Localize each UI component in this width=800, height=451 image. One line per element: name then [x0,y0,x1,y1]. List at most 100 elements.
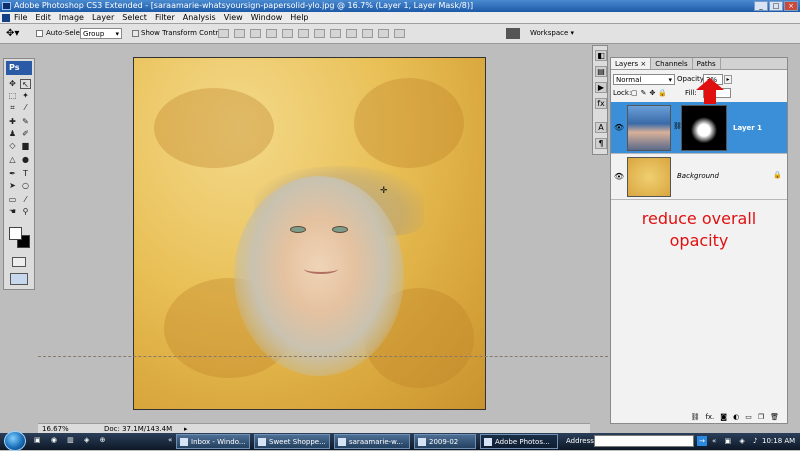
task-saraamarie[interactable]: saraamarie-w... [334,434,410,449]
menu-window[interactable]: Window [251,13,283,22]
distribute-left-icon[interactable] [362,29,373,38]
new-group-icon[interactable]: ▭ [745,413,752,424]
align-left-icon[interactable] [266,29,277,38]
quick-mask-icon[interactable] [12,257,26,267]
menu-file[interactable]: File [14,13,27,22]
distribute-hcenter-icon[interactable] [378,29,389,38]
maximize-button[interactable]: □ [769,1,783,11]
eraser-tool[interactable]: ◇ [7,141,18,151]
dodge-tool[interactable]: ● [20,155,31,165]
crop-tool[interactable]: ⌗ [7,103,18,113]
eye-visibility-icon[interactable]: 👁 [613,154,625,200]
auto-select-dropdown[interactable]: Group ▾ [80,28,122,39]
menu-filter[interactable]: Filter [155,13,175,22]
menu-view[interactable]: View [224,13,243,22]
layer-thumbnail [627,105,671,151]
character-icon[interactable]: A [595,122,607,133]
new-layer-icon[interactable]: ❐ [758,413,764,424]
task-sweet-shoppe[interactable]: Sweet Shoppe... [254,434,330,449]
layer-row-background[interactable]: 👁 Background 🔒 [611,154,787,200]
eyedropper-tool[interactable]: ⁄ [20,103,31,113]
annotation-text: reduce overall opacity [641,209,757,250]
red-arrow-icon [696,78,724,104]
align-top-icon[interactable] [218,29,229,38]
tab-layers[interactable]: Layers × [611,58,652,69]
brush-tool[interactable]: ✎ [20,117,31,127]
address-input[interactable] [594,435,694,447]
navigator-icon[interactable]: ◧ [595,50,607,61]
fx-style-icon[interactable]: fx. [705,413,714,424]
align-bottom-icon[interactable] [250,29,261,38]
close-button[interactable]: × [784,1,798,11]
eyedropper2-tool[interactable]: ⁄ [20,195,31,205]
actions-icon[interactable]: ▶ [595,82,607,93]
align-buttons [218,29,405,38]
auto-select-checkbox[interactable] [36,30,43,37]
path-select-tool[interactable]: ➤ [7,181,18,191]
menu-select[interactable]: Select [122,13,147,22]
minimize-button[interactable]: _ [754,1,768,11]
menu-help[interactable]: Help [290,13,308,22]
marquee-tool[interactable]: ⬚ [7,91,18,101]
workspace-button[interactable]: Workspace ▾ [530,29,574,37]
history-icon[interactable]: ▤ [595,66,607,77]
show-transform-checkbox[interactable] [132,30,139,37]
bridge-icon[interactable] [506,28,520,39]
tab-channels[interactable]: Channels [651,58,693,69]
align-vcenter-icon[interactable] [234,29,245,38]
document-canvas[interactable]: ✛ [133,57,486,410]
stamp-tool[interactable]: ♟ [7,129,18,139]
link-layers-icon[interactable]: ⛓ [691,413,700,424]
opacity-slider-toggle[interactable]: ▸ [724,75,732,84]
layer-mask-thumbnail[interactable] [681,105,727,151]
menu-edit[interactable]: Edit [35,13,51,22]
menu-analysis[interactable]: Analysis [183,13,216,22]
menu-layer[interactable]: Layer [92,13,114,22]
tray-icons[interactable]: « ▣ ◈ ♪ [712,437,760,445]
distribute-bottom-icon[interactable] [346,29,357,38]
task-adobe-photoshop[interactable]: Adobe Photos... [480,434,558,449]
align-right-icon[interactable] [298,29,309,38]
screen-mode-icon[interactable] [10,273,28,285]
trash-icon[interactable]: 🗑 [770,413,779,424]
task-inbox[interactable]: Inbox - Windo... [176,434,250,449]
eye-visibility-icon[interactable]: 👁 [613,102,625,154]
align-hcenter-icon[interactable] [282,29,293,38]
window-title: Adobe Photoshop CS3 Extended - [saraamar… [14,1,474,10]
fx-icon[interactable]: fx [595,98,607,109]
distribute-right-icon[interactable] [394,29,405,38]
notes-tool[interactable]: ▭ [7,195,18,205]
blend-mode-dropdown[interactable]: Normal ▾ [613,74,675,85]
add-mask-icon[interactable]: ◙ [720,413,727,424]
type-tool[interactable]: T [20,169,31,179]
distribute-top-icon[interactable] [314,29,325,38]
foreground-color-swatch[interactable] [9,227,22,240]
tab-paths[interactable]: Paths [693,58,721,69]
arrow-tool[interactable]: ↖ [20,79,31,89]
task-2009-02[interactable]: 2009-02 [414,434,476,449]
shape-tool[interactable]: ○ [20,181,31,191]
start-button[interactable] [4,431,26,451]
gradient-tool[interactable]: ▆ [20,141,31,151]
distribute-vcenter-icon[interactable] [330,29,341,38]
layer-row-layer-1[interactable]: 👁 ⛓ Layer 1 [611,102,787,154]
pen-tool[interactable]: ✒ [7,169,18,179]
magic-wand-tool[interactable]: ✦ [20,91,31,101]
blur-tool[interactable]: △ [7,155,18,165]
hand-tool[interactable]: ☚ [7,207,18,217]
move-tool-icon[interactable]: ✥▾ [6,28,19,39]
history-brush-tool[interactable]: ✐ [20,129,31,139]
paragraph-icon[interactable]: ¶ [595,138,607,149]
lock-icons[interactable]: ▢✎✥🔒 [631,89,670,97]
quick-launch-icons[interactable]: ▣ ◉ ▥ ◈ ⊕ [34,436,109,444]
taskbar-scroll-icon[interactable]: « [168,436,172,444]
move-tool[interactable]: ✥ [7,79,18,89]
smile [304,264,338,274]
show-transform-label: Show Transform Controls [141,29,229,37]
adjustment-layer-icon[interactable]: ◐ [733,413,739,424]
healing-tool[interactable]: ✚ [7,117,18,127]
photoshop-app-icon [2,2,11,10]
zoom-tool[interactable]: ⚲ [20,207,31,217]
menu-image[interactable]: Image [59,13,84,22]
go-arrow-icon[interactable]: → [697,436,707,446]
